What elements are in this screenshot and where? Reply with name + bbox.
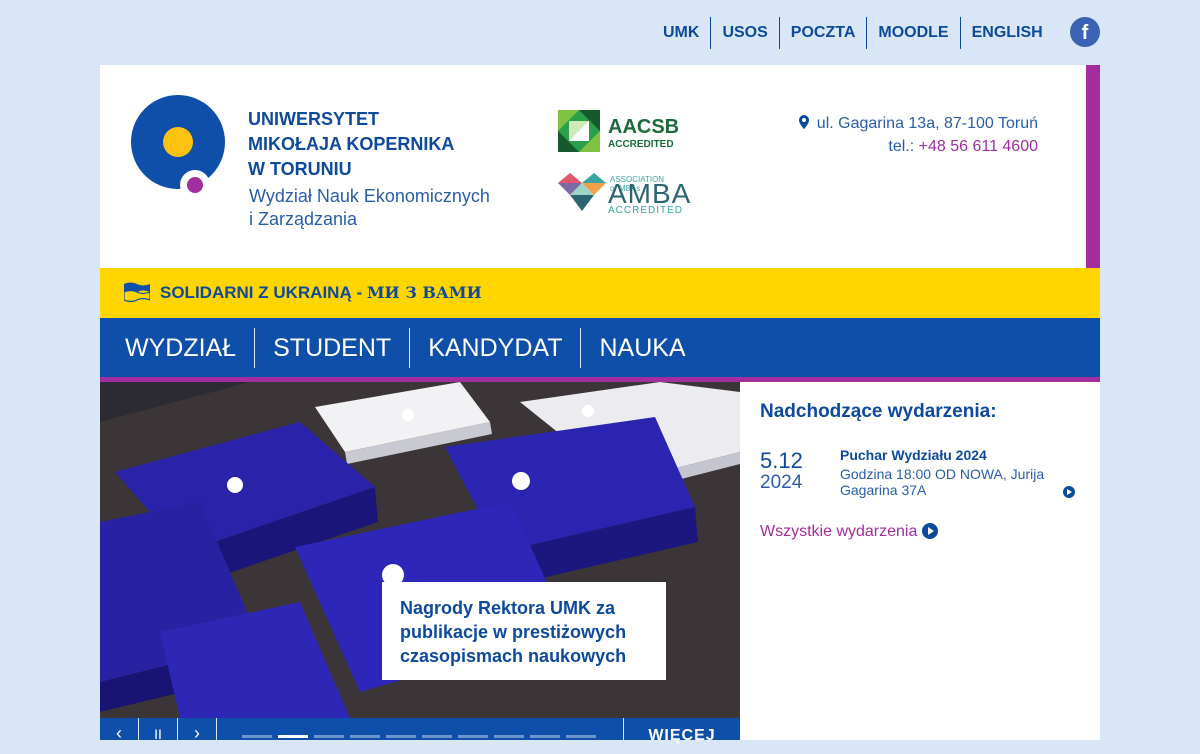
amba-subtext: ACCREDITED [608, 205, 684, 216]
aacsb-text: AACSB [608, 116, 680, 138]
university-name-line3: W TORUNIU [248, 159, 352, 179]
all-events-link[interactable]: Wszystkie wydarzenia [760, 523, 939, 541]
address-line: ul. Gagarina 13a, 87-100 Toruń [798, 112, 1038, 135]
ukraine-banner-polish: SOLIDARNI Z UKRAINĄ - [160, 283, 367, 302]
all-events-label: Wszystkie wydarzenia [760, 523, 918, 540]
ukraine-banner-text: SOLIDARNI Z UKRAINĄ - МИ З ВАМИ [160, 283, 482, 303]
event-date-day: 5.12 [760, 448, 803, 473]
slide-indicator[interactable] [494, 735, 524, 738]
faculty-name-line1: Wydział Nauk Ekonomicznych [249, 186, 490, 206]
top-links: UMK USOS POCZTA MOODLE ENGLISH [652, 17, 1054, 49]
slide-indicators [242, 735, 602, 738]
top-link-poczta[interactable]: POCZTA [778, 17, 867, 49]
news-slider[interactable]: Nagrody Rektora UMK za publikacje w pres… [100, 382, 740, 718]
more-button[interactable]: WIĘCEJ [623, 718, 740, 744]
next-slide-button[interactable]: › [178, 718, 217, 743]
ukraine-flag-icon [124, 282, 150, 302]
site-header: UNIWERSYTET MIKOŁAJA KOPERNIKA W TORUNIU… [100, 65, 1086, 268]
pause-slider-button[interactable]: II [139, 718, 178, 742]
faculty-name-line2: i Zarządzania [249, 209, 358, 229]
ukraine-banner[interactable]: SOLIDARNI Z UKRAINĄ - МИ З ВАМИ [100, 268, 1100, 318]
nav-item-kandydat[interactable]: KANDYDAT [409, 327, 580, 368]
chevron-right-icon: › [194, 723, 200, 743]
slide-indicator[interactable] [566, 735, 596, 738]
nav-item-student[interactable]: STUDENT [254, 327, 409, 368]
address-text: ul. Gagarina 13a, 87-100 Toruń [816, 115, 1038, 132]
university-name[interactable]: UNIWERSYTET MIKOŁAJA KOPERNIKA W TORUNIU [248, 107, 454, 182]
top-link-moodle[interactable]: MOODLE [866, 17, 959, 49]
phone-line: tel.: +48 56 611 4600 [799, 135, 1038, 158]
slide-caption[interactable]: Nagrody Rektora UMK za publikacje w pres… [382, 582, 666, 680]
nav-item-wydzial[interactable]: WYDZIAŁ [100, 328, 254, 368]
event-arrow-icon[interactable] [1063, 486, 1075, 498]
aacsb-subtext: ACCREDITED [608, 139, 674, 150]
amba-badge: ASSOCIATION of MBAs AMBA ACCREDITED [558, 173, 690, 216]
slide-indicator[interactable] [386, 735, 416, 738]
university-name-line1: UNIWERSYTET [248, 109, 380, 129]
prev-slide-button[interactable]: ‹ [100, 718, 139, 743]
slide-caption-text: Nagrody Rektora UMK za publikacje w pres… [400, 598, 627, 666]
play-circle-icon [922, 523, 939, 539]
events-heading: Nadchodzące wydarzenia: [760, 401, 997, 422]
phone-link[interactable]: +48 56 611 4600 [919, 138, 1038, 155]
faculty-name: Wydział Nauk Ekonomicznych i Zarządzania [249, 185, 490, 231]
top-link-usos[interactable]: USOS [710, 17, 778, 49]
slide-indicator[interactable] [530, 735, 560, 738]
header-accent-bar [1086, 65, 1100, 268]
umk-logo-icon[interactable] [130, 95, 230, 205]
amba-text: AMBA [608, 178, 692, 209]
upcoming-events: Nadchodzące wydarzenia: 5.12 2024 Puchar… [740, 382, 1100, 740]
nav-item-nauka[interactable]: NAUKA [580, 327, 703, 368]
chevron-left-icon: ‹ [116, 723, 122, 743]
event-title-link[interactable]: Puchar Wydziału 2024 [840, 447, 987, 463]
phone-label: tel.: [888, 138, 919, 155]
aacsb-badge: AACSB ACCREDITED [558, 110, 679, 157]
slide-indicator[interactable] [314, 735, 344, 738]
event-description: Godzina 18:00 OD NOWA, Jurija Gagarina 3… [840, 466, 1045, 498]
amba-logo-icon [558, 173, 606, 211]
slide-indicator[interactable] [350, 735, 380, 738]
aacsb-logo-icon [558, 110, 600, 152]
slider-controls: ‹ II › WIĘCEJ [100, 718, 740, 744]
ukraine-banner-cyrillic: МИ З ВАМИ [366, 283, 482, 302]
university-name-line2: MIKOŁAJA KOPERNIKA [248, 134, 455, 154]
slide-indicator[interactable] [242, 735, 272, 738]
slide-indicator[interactable] [422, 735, 452, 738]
contact-info: ul. Gagarina 13a, 87-100 Toruń tel.: +48… [798, 112, 1038, 158]
location-pin-icon [798, 115, 809, 129]
main-nav: WYDZIAŁ STUDENT KANDYDAT NAUKA [100, 318, 1100, 377]
facebook-icon[interactable]: f [1070, 17, 1100, 47]
event-date-year: 2024 [760, 472, 803, 493]
top-link-english[interactable]: ENGLISH [959, 17, 1054, 49]
slide-indicator[interactable] [458, 735, 488, 738]
slide-indicator-active[interactable] [278, 735, 308, 738]
top-link-umk[interactable]: UMK [652, 17, 710, 49]
